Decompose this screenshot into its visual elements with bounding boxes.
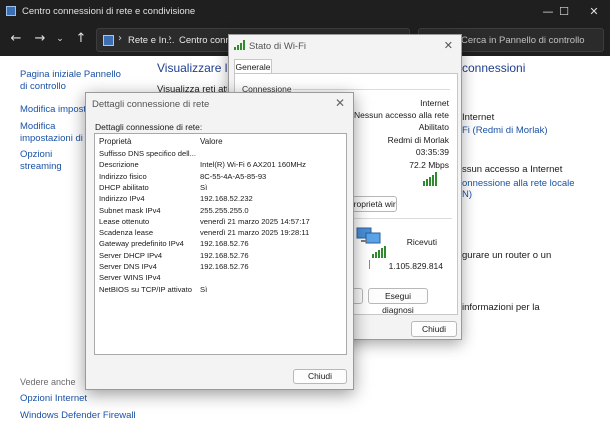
no-internet-fragment: ssun accesso a Internet — [462, 164, 563, 175]
property-cell: Server WINS IPv4 — [99, 273, 161, 283]
troubleshoot-fragment: informazioni per la — [462, 302, 540, 313]
property-cell: NetBIOS su TCP/IP attivato — [99, 284, 192, 294]
diagnose-button[interactable]: Esegui diagnosi — [368, 288, 428, 315]
details-list[interactable]: Proprietà Valore Suffisso DNS specifico … — [94, 133, 347, 355]
page-title-end: connessioni — [462, 61, 526, 75]
table-row[interactable]: Gateway predefinito IPv4 192.168.52.76 — [95, 239, 346, 250]
up-arrow-icon[interactable]: ↑ — [70, 28, 92, 50]
table-row[interactable]: Suffisso DNS specifico dell... — [95, 149, 346, 160]
table-row[interactable]: Server WINS IPv4 — [95, 273, 346, 284]
property-cell: Suffisso DNS specifico dell... — [99, 149, 196, 158]
table-row[interactable]: Server DNS IPv4 192.168.52.76 — [95, 262, 346, 273]
details-list-label: Dettagli connessione di rete: — [95, 122, 203, 132]
property-cell: Server DHCP IPv4 — [99, 250, 163, 260]
value-cell: 192.168.52.76 — [200, 250, 249, 260]
table-row[interactable]: Indirizzo fisico 8C-55-4A-A5-85-93 — [95, 172, 346, 183]
divider — [369, 260, 370, 269]
link-internet-options[interactable]: Opzioni Internet — [20, 393, 87, 405]
value-cell: Sì — [200, 182, 208, 192]
value-cell: Sì — [200, 284, 208, 294]
access-type-fragment: Internet — [462, 112, 495, 123]
property-cell: Indirizzo fisico — [99, 171, 147, 181]
column-header-value[interactable]: Valore — [200, 137, 223, 146]
connection-details-dialog: Dettagli connessione di rete ✕ Dettagli … — [85, 92, 354, 390]
duration-value: 03:35:39 — [415, 147, 449, 157]
table-row[interactable]: Subnet mask IPv4 255.255.255.0 — [95, 206, 346, 217]
value-cell: 8C-55-4A-A5-85-93 — [200, 171, 267, 181]
lan-connection-link[interactable]: onnessione alla rete locale — [462, 178, 575, 189]
link-control-panel-home[interactable]: Pagina iniziale Pannello di controllo — [20, 69, 130, 93]
table-row[interactable]: Lease ottenuto venerdì 21 marzo 2025 14:5… — [95, 217, 346, 228]
chevron-right-icon: › — [168, 33, 172, 44]
wifi-connection-link[interactable]: Fi (Redmi di Morlak) — [462, 125, 548, 136]
received-bytes-value: 1.105.829.814 — [388, 261, 443, 271]
table-row[interactable]: Descrizione Intel(R) Wi-Fi 6 AX201 160MHz — [95, 160, 346, 171]
value-cell: venerdì 21 marzo 2025 19:28:11 — [200, 228, 310, 238]
activity-signal-icon — [372, 246, 388, 258]
ipv6-connectivity-value: Nessun accesso alla rete — [354, 110, 449, 120]
see-also-heading: Vedere anche — [20, 377, 76, 387]
dialog-title: Stato di Wi-Fi — [249, 41, 307, 52]
signal-quality-icon — [423, 172, 439, 186]
close-button[interactable]: Chiudi — [411, 321, 457, 337]
dialog-title: Dettagli connessione di rete — [92, 99, 210, 110]
close-icon[interactable]: ✕ — [444, 39, 453, 52]
ssid-value: Redmi di Morlak — [387, 135, 449, 145]
table-row[interactable]: DHCP abilitato Sì — [95, 183, 346, 194]
forward-arrow-icon[interactable]: → — [29, 28, 51, 50]
value-cell: 192.168.52.76 — [200, 239, 249, 249]
media-state-value: Abilitato — [418, 122, 449, 132]
table-row[interactable]: Indirizzo IPv4 192.168.52.232 — [95, 194, 346, 205]
table-row[interactable]: NetBIOS su TCP/IP attivato Sì — [95, 285, 346, 296]
link-media-streaming[interactable]: Opzioni streaming multimediale — [20, 149, 88, 173]
maximize-button[interactable]: ☐ — [550, 0, 578, 24]
property-cell: Lease ottenuto — [99, 216, 150, 226]
property-cell: Gateway predefinito IPv4 — [99, 239, 184, 249]
link-change-adapter-settings[interactable]: Modifica impostazioni scheda — [20, 104, 86, 116]
tab-general[interactable]: Generale — [234, 59, 272, 74]
close-button[interactable]: ✕ — [580, 0, 608, 24]
property-cell: Descrizione — [99, 160, 139, 170]
setup-router-fragment: gurare un router o un — [462, 250, 552, 261]
column-header-property[interactable]: Proprietà — [99, 137, 131, 146]
property-cell: Indirizzo IPv4 — [99, 194, 145, 204]
network-center-icon — [6, 6, 16, 16]
link-windows-firewall[interactable]: Windows Defender Firewall — [20, 410, 136, 422]
property-cell: Scadenza lease — [99, 228, 154, 238]
ipv4-connectivity-value: Internet — [420, 98, 449, 108]
list-header: Proprietà Valore — [95, 134, 346, 147]
value-cell: Intel(R) Wi-Fi 6 AX201 160MHz — [200, 160, 306, 170]
lan-connection-link-cont[interactable]: N) — [462, 189, 472, 200]
search-placeholder: Cerca in Pannello di controllo — [461, 35, 585, 46]
window-title: Centro connessioni di rete e condivision… — [22, 6, 196, 17]
control-panel-icon — [103, 35, 114, 46]
link-advanced-sharing[interactable]: Modifica impostazioni di condivisione av… — [20, 121, 86, 145]
value-cell: venerdì 21 marzo 2025 14:57:17 — [200, 216, 310, 226]
close-button[interactable]: Chiudi — [293, 369, 347, 384]
wifi-signal-icon — [234, 40, 245, 50]
chevron-right-icon: › — [118, 33, 122, 44]
property-cell: DHCP abilitato — [99, 182, 149, 192]
property-cell: Server DNS IPv4 — [99, 262, 157, 271]
table-row[interactable]: Server DHCP IPv4 192.168.52.76 — [95, 251, 346, 262]
back-arrow-icon[interactable]: ← — [5, 28, 27, 50]
table-row[interactable]: Scadenza lease venerdì 21 marzo 2025 19:2… — [95, 228, 346, 239]
value-cell: 255.255.255.0 — [200, 205, 249, 215]
recent-locations-chevron-icon[interactable]: ⌄ — [49, 28, 71, 50]
divider — [293, 89, 450, 90]
speed-value: 72.2 Mbps — [409, 160, 449, 170]
title-bar: Centro connessioni di rete e condivision… — [0, 0, 610, 24]
value-cell: 192.168.52.76 — [200, 262, 249, 271]
property-cell: Subnet mask IPv4 — [99, 205, 161, 215]
page-title: Visualizzare le — [157, 61, 235, 75]
value-cell: 192.168.52.232 — [200, 194, 253, 204]
received-label: Ricevuti — [406, 237, 437, 247]
close-icon[interactable]: ✕ — [335, 96, 345, 110]
